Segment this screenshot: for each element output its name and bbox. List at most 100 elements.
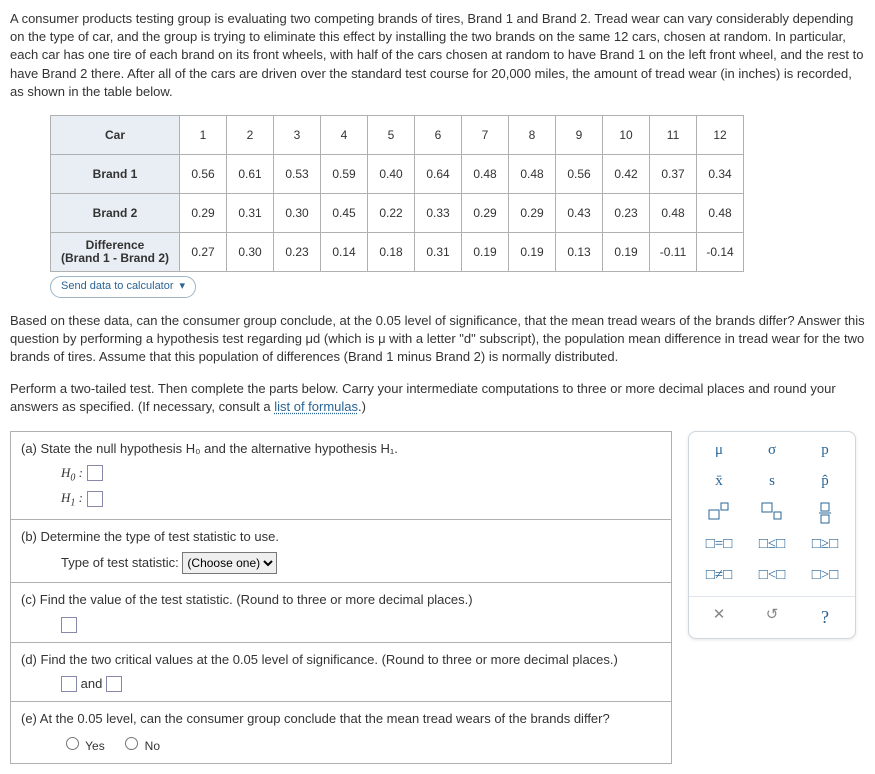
table-cell: 0.64 bbox=[415, 154, 462, 193]
subscript-icon bbox=[761, 502, 783, 520]
h0-label: H0 : bbox=[61, 465, 83, 480]
crit-value-1-input[interactable] bbox=[61, 676, 77, 692]
part-c: (c) Find the value of the test statistic… bbox=[11, 583, 671, 642]
palette-lte-button[interactable]: □≤□ bbox=[750, 534, 794, 555]
row-header-difference: Difference (Brand 1 - Brand 2) bbox=[51, 232, 180, 271]
test-stat-input[interactable] bbox=[61, 617, 77, 633]
type-stat-label: Type of test statistic: bbox=[61, 555, 179, 570]
table-cell: 0.23 bbox=[274, 232, 321, 271]
no-radio[interactable] bbox=[125, 737, 138, 750]
table-cell: 0.48 bbox=[509, 154, 556, 193]
palette-phat-button[interactable]: p̂ bbox=[803, 471, 847, 492]
table-cell: 0.19 bbox=[462, 232, 509, 271]
table-cell: 0.30 bbox=[227, 232, 274, 271]
table-cell: 0.42 bbox=[603, 154, 650, 193]
table-cell: 0.29 bbox=[509, 193, 556, 232]
palette-sigma-button[interactable]: σ bbox=[750, 440, 794, 461]
palette-equals-button[interactable]: □=□ bbox=[697, 534, 741, 555]
instructions-text-a: Perform a two-tailed test. Then complete… bbox=[10, 381, 836, 414]
palette-p-button[interactable]: p bbox=[803, 440, 847, 461]
table-row: Brand 2 0.29 0.31 0.30 0.45 0.22 0.33 0.… bbox=[51, 193, 744, 232]
table-cell: 0.48 bbox=[697, 193, 744, 232]
test-statistic-select[interactable]: (Choose one) bbox=[182, 552, 277, 574]
part-c-label: (c) Find the value of the test statistic… bbox=[21, 591, 661, 609]
palette-gte-button[interactable]: □≥□ bbox=[803, 534, 847, 555]
palette-reset-button[interactable]: ↺ bbox=[750, 605, 794, 630]
part-d: (d) Find the two critical values at the … bbox=[11, 643, 671, 702]
table-cell: 0.56 bbox=[180, 154, 227, 193]
table-cell: 0.14 bbox=[321, 232, 368, 271]
palette-lt-button[interactable]: □<□ bbox=[750, 565, 794, 586]
table-cell: 0.34 bbox=[697, 154, 744, 193]
palette-exponent-button[interactable] bbox=[697, 502, 741, 524]
palette-gt-button[interactable]: □>□ bbox=[803, 565, 847, 586]
car-num: 1 bbox=[180, 115, 227, 154]
h1-label: H1 : bbox=[61, 490, 83, 505]
car-num: 6 bbox=[415, 115, 462, 154]
table-row: Brand 1 0.56 0.61 0.53 0.59 0.40 0.64 0.… bbox=[51, 154, 744, 193]
palette-subscript-button[interactable] bbox=[750, 502, 794, 524]
table-cell: 0.18 bbox=[368, 232, 415, 271]
palette-mu-button[interactable]: μ bbox=[697, 440, 741, 461]
instructions-text-b: .) bbox=[358, 399, 366, 414]
table-cell: 0.37 bbox=[650, 154, 697, 193]
chevron-down-icon: ▾ bbox=[180, 279, 186, 294]
car-num: 5 bbox=[368, 115, 415, 154]
table-cell: 0.13 bbox=[556, 232, 603, 271]
car-num: 9 bbox=[556, 115, 603, 154]
car-num: 2 bbox=[227, 115, 274, 154]
formulas-link[interactable]: list of formulas bbox=[274, 399, 358, 414]
table-cell: 0.45 bbox=[321, 193, 368, 232]
car-num: 7 bbox=[462, 115, 509, 154]
no-label: No bbox=[145, 739, 160, 753]
h0-input[interactable] bbox=[87, 465, 103, 481]
table-row: Difference (Brand 1 - Brand 2) 0.27 0.30… bbox=[51, 232, 744, 271]
table-cell: 0.31 bbox=[227, 193, 274, 232]
table-cell: 0.59 bbox=[321, 154, 368, 193]
table-cell: 0.27 bbox=[180, 232, 227, 271]
instructions-prompt: Perform a two-tailed test. Then complete… bbox=[10, 380, 865, 416]
table-cell: 0.40 bbox=[368, 154, 415, 193]
palette-xbar-button[interactable]: x̄ bbox=[697, 471, 741, 492]
table-row: Car 1 2 3 4 5 6 7 8 9 10 11 12 bbox=[51, 115, 744, 154]
table-cell: -0.14 bbox=[697, 232, 744, 271]
part-e: (e) At the 0.05 level, can the consumer … bbox=[11, 702, 671, 763]
car-num: 11 bbox=[650, 115, 697, 154]
car-num: 12 bbox=[697, 115, 744, 154]
table-cell: 0.56 bbox=[556, 154, 603, 193]
table-cell: -0.11 bbox=[650, 232, 697, 271]
row-header-brand1: Brand 1 bbox=[51, 154, 180, 193]
palette-s-button[interactable]: s bbox=[750, 471, 794, 492]
close-icon: ✕ bbox=[713, 607, 726, 623]
palette-clear-button[interactable]: ✕ bbox=[697, 605, 741, 630]
diff-label-line1: Difference bbox=[86, 238, 145, 252]
problem-intro: A consumer products testing group is eva… bbox=[10, 10, 865, 101]
no-option[interactable]: No bbox=[120, 739, 160, 753]
reset-icon: ↺ bbox=[766, 607, 779, 623]
yes-label: Yes bbox=[85, 739, 105, 753]
table-cell: 0.48 bbox=[650, 193, 697, 232]
palette-fraction-button[interactable] bbox=[803, 502, 847, 524]
car-num: 3 bbox=[274, 115, 321, 154]
data-table: Car 1 2 3 4 5 6 7 8 9 10 11 12 Brand 1 0… bbox=[50, 115, 744, 272]
table-cell: 0.53 bbox=[274, 154, 321, 193]
yes-radio[interactable] bbox=[66, 737, 79, 750]
palette-help-button[interactable]: ? bbox=[803, 605, 847, 630]
table-cell: 0.31 bbox=[415, 232, 462, 271]
table-cell: 0.22 bbox=[368, 193, 415, 232]
table-cell: 0.33 bbox=[415, 193, 462, 232]
h1-input[interactable] bbox=[87, 491, 103, 507]
table-cell: 0.30 bbox=[274, 193, 321, 232]
hypothesis-prompt: Based on these data, can the consumer gr… bbox=[10, 312, 865, 367]
crit-value-2-input[interactable] bbox=[106, 676, 122, 692]
yes-option[interactable]: Yes bbox=[61, 739, 105, 753]
part-b: (b) Determine the type of test statistic… bbox=[11, 520, 671, 583]
palette-neq-button[interactable]: □≠□ bbox=[697, 565, 741, 586]
car-num: 4 bbox=[321, 115, 368, 154]
table-cell: 0.19 bbox=[603, 232, 650, 271]
symbol-palette: μ σ p x̄ s p̂ □=□ □≤□ □≥□ □≠□ □ bbox=[688, 431, 856, 639]
table-cell: 0.23 bbox=[603, 193, 650, 232]
and-label: and bbox=[81, 676, 103, 691]
send-data-button[interactable]: Send data to calculator ▾ bbox=[50, 276, 196, 297]
part-e-label: (e) At the 0.05 level, can the consumer … bbox=[21, 710, 661, 728]
